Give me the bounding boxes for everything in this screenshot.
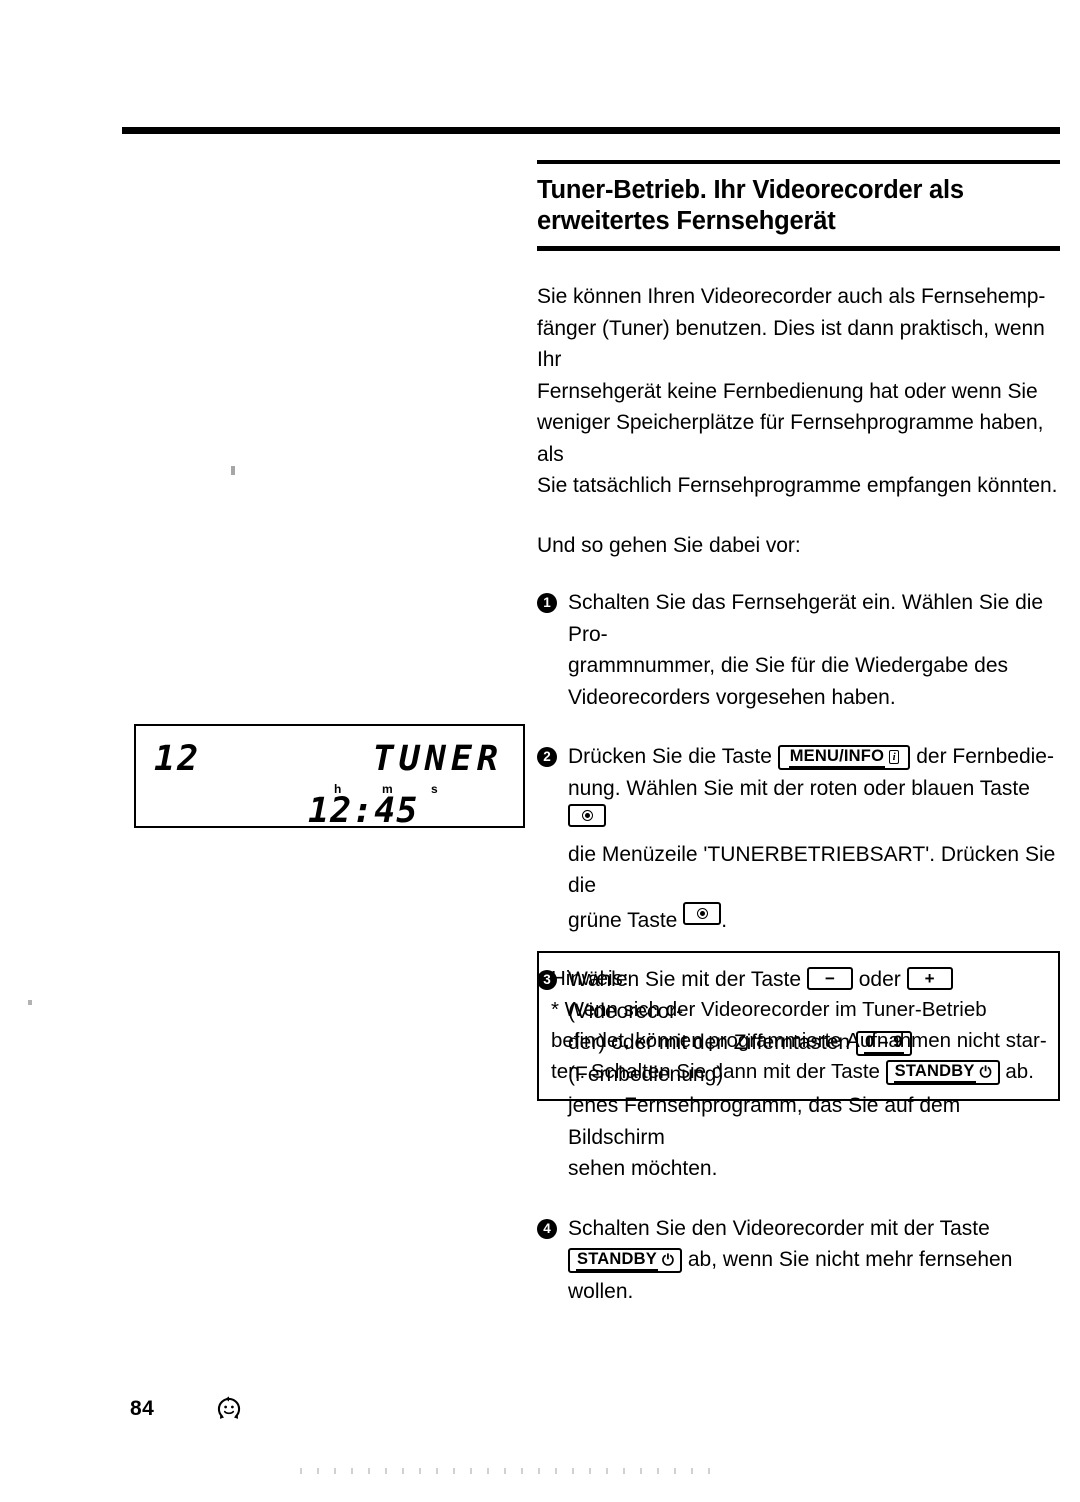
heading-rule-top (537, 160, 1060, 164)
content-column: Tuner-Betrieb. Ihr Videorecorder als erw… (537, 160, 1060, 1307)
step-list: 1 Schalten Sie das Fernsehgerät ein. Wäh… (537, 587, 1060, 1307)
step-1-line-2: grammnummer, die Sie für die Wiedergabe … (568, 654, 1009, 677)
intro-line-4: weniger Speicherplätze für Fernsehprogra… (537, 411, 1044, 466)
page-footer: 84 (130, 1396, 242, 1422)
step-2-text-6: . (721, 908, 728, 932)
step-item-4: 4 Schalten Sie den Videorecorder mit der… (537, 1213, 1060, 1308)
intro-line-5: Sie tatsächlich Fernsehprogramme empfang… (537, 474, 1058, 497)
step-3-text-6: jenes Fernsehprogramm, das Sie auf dem B… (568, 1094, 961, 1149)
page-title: Tuner-Betrieb. Ihr Videorecorder als erw… (537, 175, 1060, 237)
step-4-text-2: ab, wenn Sie nicht mehr fernsehen (687, 1248, 1013, 1271)
step-number-4: 4 (537, 1218, 557, 1239)
note-standby-key-icon: STANDBY ⏻ (885, 1060, 1000, 1085)
standby-key-icon: STANDBY ⏻ (568, 1248, 683, 1273)
step-item-1: 1 Schalten Sie das Fernsehgerät ein. Wäh… (537, 587, 1060, 713)
note-line-1: * Wenn sich der Videorecorder im Tuner-B… (551, 998, 987, 1021)
note-line-3-post: ab. (1005, 1060, 1034, 1083)
lcd-unit-seconds: s (431, 782, 438, 796)
step-1-line-3: Videorecorders vorgesehen haben. (568, 685, 896, 709)
step-2-text-3: nung. Wählen Sie mit der roten oder blau… (568, 776, 1030, 800)
page-title-line1: Tuner-Betrieb. Ihr Videorecorder als (537, 176, 964, 204)
step-item-2: 2 Drücken Sie die Taste MENU/INFO i der F… (537, 741, 1060, 936)
green-button-key-icon (683, 901, 722, 925)
note-title: Hinweis: (551, 967, 629, 990)
note-standby-key-label: STANDBY (893, 1062, 976, 1083)
step-2-text-4: die Menüzeile 'TUNERBETRIEBSART'. Drücke… (568, 842, 1056, 898)
page-number: 84 (130, 1397, 155, 1420)
intro-line-3: Fernsehgerät keine Fernbedienung hat ode… (537, 379, 1038, 403)
scan-speck (28, 1000, 32, 1005)
lcd-channel-number: 12 (154, 739, 201, 779)
info-glyph-icon: i (889, 750, 900, 764)
top-rule (122, 127, 1060, 134)
step-2-text-5: grüne Taste (568, 908, 678, 932)
intro-line-1: Sie können Ihren Videorecorder auch als … (537, 285, 1046, 308)
note-line-3-pre: ten. Schalten Sie dann mit der Taste (551, 1060, 880, 1083)
step-3-text-7: sehen möchten. (568, 1157, 718, 1180)
color-button-key-icon (568, 804, 606, 827)
scan-speck (231, 466, 235, 475)
intro-paragraph: Sie können Ihren Videorecorder auch als … (537, 281, 1060, 502)
standby-key-label: STANDBY (576, 1250, 658, 1271)
step-1-line-1: Schalten Sie das Fernsehgerät ein. Wähle… (568, 591, 1044, 646)
lead-in-text: Und so gehen Sie dabei vor: (537, 533, 801, 557)
note-line-3: ten. Schalten Sie dann mit der Taste STA… (551, 1056, 1046, 1087)
manual-page: Tuner-Betrieb. Ihr Videorecorder als erw… (0, 0, 1080, 1502)
smiley-recycle-icon (218, 1396, 241, 1419)
power-symbol-icon: ⏻ (661, 1252, 675, 1269)
scan-artifact (300, 1468, 720, 1474)
note-power-symbol-icon: ⏻ (979, 1064, 992, 1081)
page-title-line2: erweitertes Fernsehgerät (537, 207, 836, 235)
menu-info-key-label: MENU/INFO (788, 747, 886, 768)
note-line-2: befindet, können programmierte Aufnahmen… (551, 1029, 1047, 1052)
intro-line-2: fänger (Tuner) benutzen. Dies ist dann p… (537, 316, 1045, 372)
heading-rule-bottom (537, 246, 1060, 251)
step-4-text-3: wollen. (568, 1279, 634, 1303)
lcd-time-value: 12:45 (308, 791, 419, 831)
step-2-text-2: der Fernbedie- (916, 745, 1054, 768)
lcd-mode-label: TUNER (372, 739, 503, 779)
step-2-text-1: Drücken Sie die Taste (568, 745, 772, 768)
step-number-2: 2 (537, 747, 557, 767)
menu-info-key-icon: MENU/INFO i (777, 745, 911, 770)
step-4-text-1: Schalten Sie den Videorecorder mit der T… (568, 1216, 990, 1240)
note-box: Hinweis: * Wenn sich der Videorecorder i… (537, 951, 1060, 1101)
vcr-display-illustration: 12 TUNER h m s 12:45 (134, 724, 525, 831)
step-number-1: 1 (537, 593, 557, 613)
